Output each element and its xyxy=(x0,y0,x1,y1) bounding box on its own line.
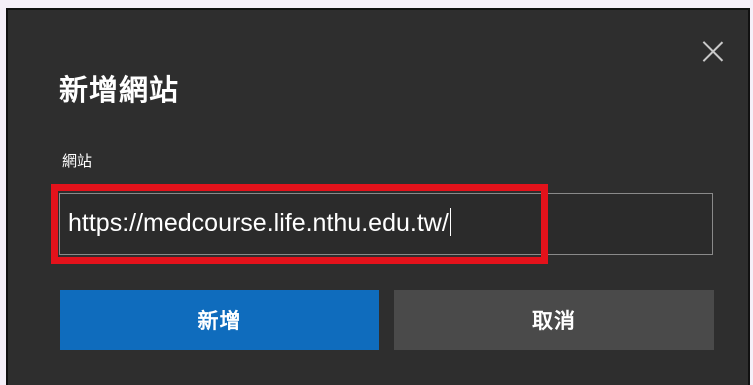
annotation-highlight-box xyxy=(51,184,548,264)
close-icon[interactable] xyxy=(700,38,726,64)
dialog-title: 新增網站 xyxy=(59,73,180,107)
add-button[interactable]: 新增 xyxy=(60,290,379,350)
site-field-label: 網站 xyxy=(62,152,93,170)
cancel-button[interactable]: 取消 xyxy=(394,290,714,350)
